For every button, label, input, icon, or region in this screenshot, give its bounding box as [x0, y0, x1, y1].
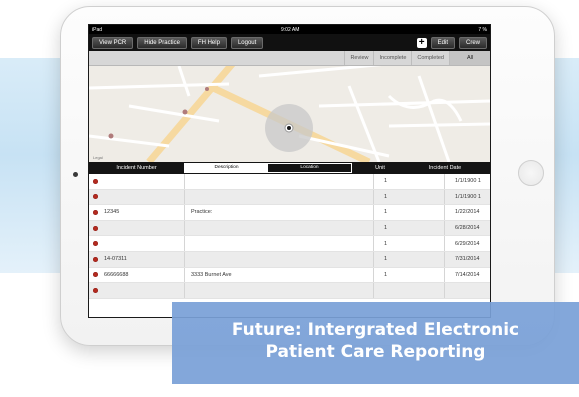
caption-line-2: Patient Care Reporting	[265, 342, 486, 362]
row-unit: 1	[373, 236, 444, 251]
row-unit: 1	[373, 174, 444, 189]
row-date	[444, 283, 490, 298]
view-pcr-button[interactable]: View PCR	[92, 36, 134, 49]
row-description	[184, 220, 373, 236]
header-incident-date[interactable]: Incident Date	[400, 165, 490, 171]
battery-indicator: 7 %	[478, 26, 487, 33]
row-unit: 1	[373, 205, 444, 220]
add-icon[interactable]: +	[416, 37, 427, 48]
row-date: 1/1/1900 1	[444, 189, 490, 205]
status-dot-icon	[93, 256, 98, 262]
segment-description[interactable]: Description	[185, 164, 268, 172]
row-description	[184, 236, 373, 251]
crew-button[interactable]: Crew	[458, 36, 487, 49]
status-dot-icon	[93, 272, 98, 278]
camera-icon	[73, 172, 78, 177]
header-incident-number[interactable]: Incident Number	[89, 165, 184, 171]
table-row[interactable]: 1 6/29/2014	[89, 236, 490, 252]
app-screen: iPad 9:02 AM 7 % View PCR Hide Practice …	[88, 24, 491, 318]
map-legal-label[interactable]: Legal	[93, 155, 103, 160]
row-description	[184, 174, 373, 189]
list-header: Incident Number Description Location Uni…	[89, 162, 490, 174]
filter-review[interactable]: Review	[344, 51, 373, 65]
toolbar: View PCR Hide Practice FH Help Logout + …	[89, 34, 490, 51]
row-description: Practice:	[184, 205, 373, 220]
caption-overlay: Future: Intergrated Electronic Patient C…	[172, 302, 579, 384]
row-unit	[373, 283, 444, 298]
header-unit[interactable]: Unit	[360, 165, 400, 171]
status-dot-icon	[93, 209, 98, 215]
filter-completed[interactable]: Completed	[411, 51, 449, 65]
hide-practice-button[interactable]: Hide Practice	[137, 36, 187, 49]
row-unit: 1	[373, 267, 444, 283]
table-row[interactable]	[89, 283, 490, 299]
home-button[interactable]	[518, 160, 544, 186]
location-pin-icon	[287, 126, 291, 130]
map-view[interactable]: Legal	[89, 66, 490, 162]
table-row[interactable]: 66666688 3333 Burnet Ave 1 7/14/2014	[89, 267, 490, 284]
status-dot-icon	[93, 287, 98, 293]
status-dot-icon	[93, 241, 98, 247]
table-row[interactable]: 1 6/28/2014	[89, 220, 490, 237]
map-graphic	[89, 66, 490, 162]
status-dot-icon	[93, 178, 98, 184]
device-label: iPad	[92, 26, 103, 33]
row-incident-number: 14-07311	[104, 256, 127, 263]
row-date: 7/31/2014	[444, 251, 490, 267]
row-unit: 1	[373, 251, 444, 267]
row-incident-number: 66666688	[104, 271, 129, 278]
status-bar: iPad 9:02 AM 7 %	[89, 25, 490, 34]
row-description	[184, 251, 373, 267]
table-row[interactable]: 1 1/1/1900 1	[89, 174, 490, 190]
status-dot-icon	[93, 194, 98, 200]
filter-incomplete[interactable]: Incomplete	[373, 51, 411, 65]
row-date: 6/29/2014	[444, 236, 490, 251]
table-row[interactable]: 1 1/1/1900 1	[89, 189, 490, 206]
status-dot-icon	[93, 225, 98, 231]
table-row[interactable]: 12345 Practice: 1 1/22/2014	[89, 205, 490, 221]
row-date: 1/1/1900 1	[444, 174, 490, 189]
edit-button[interactable]: Edit	[430, 36, 455, 49]
fh-help-button[interactable]: FH Help	[190, 36, 227, 49]
logout-button[interactable]: Logout	[230, 36, 264, 49]
row-unit: 1	[373, 220, 444, 236]
description-location-toggle[interactable]: Description Location	[184, 163, 352, 173]
row-description: 3333 Burnet Ave	[184, 267, 373, 283]
row-unit: 1	[373, 189, 444, 205]
filter-all[interactable]: All	[449, 51, 490, 65]
row-date: 1/22/2014	[444, 205, 490, 220]
row-description	[184, 283, 373, 298]
incident-list: 1 1/1/1900 1 1 1/1/1900 1 12345 Practice…	[89, 174, 490, 299]
row-date: 7/14/2014	[444, 267, 490, 283]
filter-bar: Review Incomplete Completed All	[89, 51, 490, 66]
row-description	[184, 189, 373, 205]
table-row[interactable]: 14-07311 1 7/31/2014	[89, 251, 490, 268]
row-incident-number: 12345	[104, 209, 120, 216]
segment-location[interactable]: Location	[268, 164, 351, 172]
row-date: 6/28/2014	[444, 220, 490, 236]
caption-line-1: Future: Intergrated Electronic	[231, 320, 520, 340]
clock: 9:02 AM	[281, 26, 300, 33]
